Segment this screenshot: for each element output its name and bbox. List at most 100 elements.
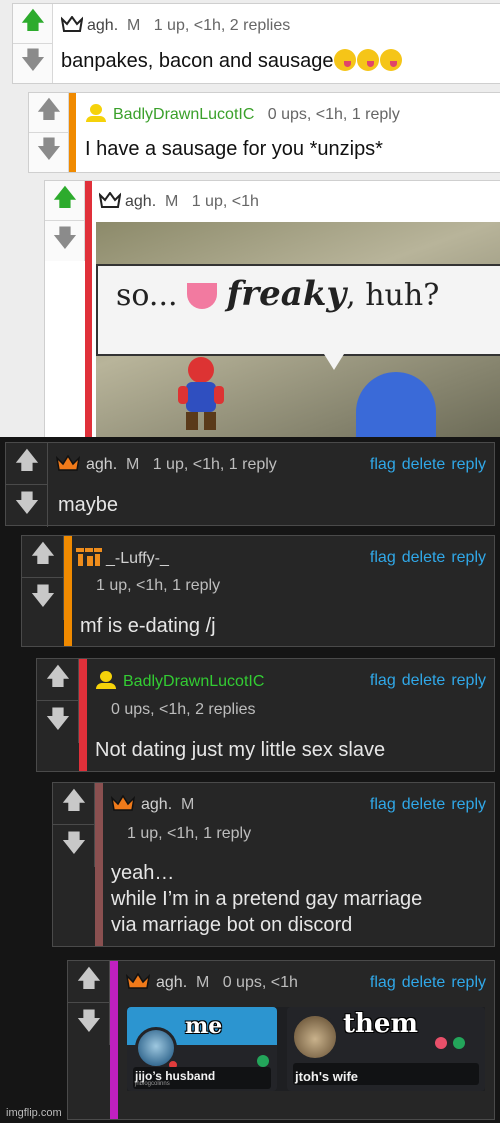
profile-username: jhbiogcolinns: [135, 1081, 170, 1087]
mario-figure-icon: [178, 357, 224, 430]
reply-link[interactable]: reply: [451, 549, 486, 566]
downvote-arrow-icon[interactable]: 🡇: [45, 221, 85, 261]
upvote-arrow-icon[interactable]: 🡅: [37, 659, 79, 701]
upvote-arrow-icon[interactable]: 🡅: [68, 961, 110, 1003]
upvote-arrow-icon[interactable]: 🡅: [6, 443, 48, 485]
meta-text: 1 up, <1h, 2 replies: [153, 17, 291, 34]
vote-column: 🡅 🡇: [68, 961, 110, 1045]
username[interactable]: agh.: [86, 456, 117, 473]
comment: 🡅 🡇 _-Luffy-_ 1 up, <1h, 1 reply flag del…: [21, 535, 495, 647]
comment-meta: agh. M: [111, 795, 194, 814]
comment-meta: agh. M 1 up, <1h, 1 reply: [56, 455, 277, 474]
username[interactable]: agh.: [125, 193, 156, 210]
vote-column: 🡅 🡇: [53, 783, 95, 867]
upvote-arrow-icon[interactable]: 🡅: [45, 181, 85, 221]
reply-depth-stripe: [69, 93, 76, 172]
delete-link[interactable]: delete: [402, 549, 446, 566]
comment: 🡅 🡇 BadlyDrawnLucotIC 0 ups, <1h, 2 repl…: [36, 658, 495, 772]
yum-emoji-icon: [357, 49, 380, 71]
comment-meta: agh. M 0 ups, <1h: [126, 973, 298, 992]
comment-meta: BadlyDrawnLucotIC 0 ups, <1h, 1 reply: [85, 104, 400, 124]
meta-text: 1 up, <1h, 1 reply: [127, 825, 252, 842]
vote-column: 🡅 🡇: [29, 93, 69, 172]
yum-emoji-icon: [334, 49, 357, 71]
crown-icon: [61, 16, 83, 32]
username[interactable]: agh.: [141, 796, 172, 813]
upvote-arrow-icon[interactable]: 🡅: [13, 4, 53, 44]
downvote-arrow-icon[interactable]: 🡇: [22, 578, 64, 620]
mod-badge: M: [127, 17, 141, 34]
username[interactable]: agh.: [87, 17, 118, 34]
crown-icon: [56, 455, 80, 471]
comment-text: maybe: [58, 494, 119, 516]
profile-card-them: them jtoh's wife: [287, 1007, 485, 1091]
reply-link[interactable]: reply: [451, 796, 486, 813]
upvote-arrow-icon[interactable]: 🡅: [53, 783, 95, 825]
reply-link[interactable]: reply: [451, 974, 486, 991]
flag-link[interactable]: flag: [370, 974, 396, 991]
username[interactable]: _-Luffy-_: [106, 550, 169, 567]
mod-badge: M: [165, 193, 179, 210]
comment-meta: _-Luffy-_: [76, 548, 169, 568]
upvote-arrow-icon[interactable]: 🡅: [22, 536, 64, 578]
flag-link[interactable]: flag: [370, 796, 396, 813]
reply-link[interactable]: reply: [451, 456, 486, 473]
downvote-arrow-icon[interactable]: 🡇: [53, 825, 95, 867]
comment-actions: flag delete reply: [364, 549, 486, 567]
crown-icon: [99, 192, 121, 208]
downvote-arrow-icon[interactable]: 🡇: [6, 485, 48, 527]
profile-name: jtoh's wife: [295, 1069, 359, 1084]
vote-column: 🡅 🡇: [37, 659, 79, 743]
meme-image[interactable]: so... freaky, huh?: [96, 222, 500, 437]
username[interactable]: BadlyDrawnLucotIC: [123, 673, 264, 690]
settings-badge-icon: [435, 1037, 447, 1049]
reply-depth-stripe: [85, 181, 92, 437]
dark-thread: 🡅 🡇 agh. M 1 up, <1h, 1 reply flag delete…: [0, 437, 500, 1123]
username[interactable]: agh.: [156, 974, 187, 991]
meta-text: 1 up, <1h: [191, 193, 259, 210]
username[interactable]: BadlyDrawnLucotIC: [113, 106, 254, 123]
downvote-arrow-icon[interactable]: 🡇: [68, 1003, 110, 1045]
user-icon: [85, 104, 107, 122]
label-me: me: [185, 1013, 223, 1039]
delete-link[interactable]: delete: [402, 796, 446, 813]
vote-column: 🡅 🡇: [22, 536, 64, 620]
reply-link[interactable]: reply: [451, 672, 486, 689]
nitro-badge-icon: [257, 1055, 269, 1067]
comment: 🡅 🡇 agh. M 1 up, <1h, 1 reply flag delete…: [5, 442, 495, 527]
comment-text: I have a sausage for you *unzips*: [85, 138, 383, 160]
comment: 🡅 🡇 BadlyDrawnLucotIC 0 ups, <1h, 1 repl…: [28, 92, 500, 173]
downvote-arrow-icon[interactable]: 🡇: [37, 701, 79, 743]
discord-profiles-image[interactable]: me jijo’s husband jhbiogcolinns them jto…: [127, 1007, 485, 1091]
vote-column: 🡅 🡇: [6, 443, 48, 527]
cat-avatar: [291, 1013, 339, 1061]
downvote-arrow-icon[interactable]: 🡇: [13, 44, 53, 84]
delete-link[interactable]: delete: [402, 974, 446, 991]
imgflip-watermark: imgflip.com: [6, 1107, 62, 1119]
flag-link[interactable]: flag: [370, 456, 396, 473]
label-them: them: [343, 1009, 418, 1039]
flag-link[interactable]: flag: [370, 672, 396, 689]
light-thread: 🡅 🡇 agh. M 1 up, <1h, 2 replies banpakes…: [0, 0, 500, 437]
delete-link[interactable]: delete: [402, 456, 446, 473]
comment-meta: BadlyDrawnLucotIC: [95, 671, 264, 691]
mod-badge: M: [181, 796, 195, 813]
reply-depth-stripe: [64, 536, 72, 646]
toad-figure-icon: [356, 372, 436, 437]
delete-link[interactable]: delete: [402, 672, 446, 689]
flag-link[interactable]: flag: [370, 549, 396, 566]
meta-text: 0 ups, <1h, 1 reply: [267, 106, 400, 123]
reply-depth-stripe: [95, 783, 103, 946]
comment-text: mf is e-dating /j: [80, 615, 216, 637]
downvote-arrow-icon[interactable]: 🡇: [29, 133, 69, 173]
comment-text: banpakes, bacon and sausage: [61, 49, 403, 73]
mod-badge: M: [126, 456, 140, 473]
profile-card-me: me jijo’s husband jhbiogcolinns: [127, 1007, 277, 1091]
vote-column: 🡅 🡇: [13, 4, 53, 83]
comment-actions: flag delete reply: [364, 796, 486, 814]
upvote-arrow-icon[interactable]: 🡅: [29, 93, 69, 133]
vote-column: 🡅 🡇: [45, 181, 85, 261]
meta-text: 0 ups, <1h: [222, 974, 298, 991]
crown-icon: [126, 973, 150, 989]
meta-text: 0 ups, <1h, 2 replies: [111, 701, 256, 718]
